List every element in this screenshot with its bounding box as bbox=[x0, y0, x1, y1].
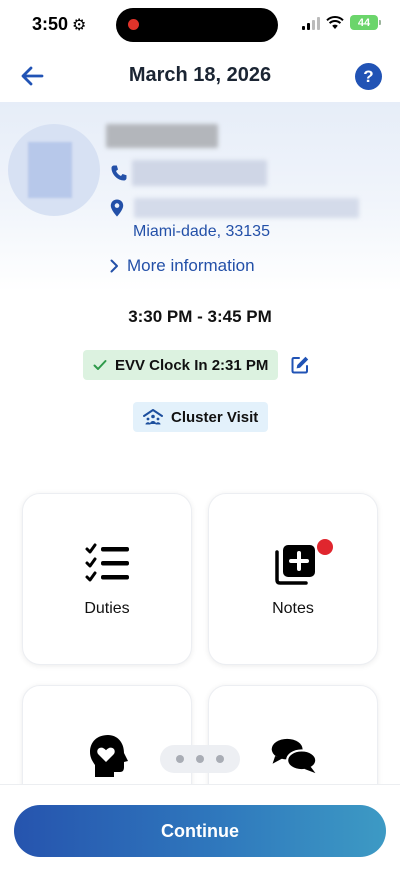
head-heart-icon bbox=[90, 735, 128, 777]
bottom-action-bar: Continue bbox=[0, 784, 400, 870]
client-name-redacted bbox=[106, 124, 218, 148]
page-title: March 18, 2026 bbox=[128, 64, 272, 86]
status-bar: 3:50 ⚙ 44 bbox=[0, 0, 400, 50]
cluster-visit-label: Cluster Visit bbox=[171, 408, 259, 426]
check-icon bbox=[93, 360, 107, 370]
more-information-label: More information bbox=[127, 256, 255, 275]
chat-bubbles-icon bbox=[271, 738, 318, 774]
app-header: March 18, 2026 ? bbox=[0, 50, 400, 102]
battery-icon: 44 bbox=[350, 15, 381, 30]
battery-level: 44 bbox=[357, 16, 371, 29]
dynamic-island bbox=[116, 8, 278, 42]
continue-button[interactable]: Continue bbox=[14, 805, 386, 857]
help-button[interactable]: ? bbox=[355, 63, 382, 90]
visit-time-range: 3:30 PM - 3:45 PM bbox=[128, 307, 272, 326]
chevron-right-icon bbox=[110, 259, 118, 273]
wifi-icon bbox=[326, 15, 344, 29]
notes-card[interactable]: Notes bbox=[208, 493, 378, 665]
status-time: 3:50 ⚙ bbox=[32, 14, 86, 35]
client-address-redacted[interactable] bbox=[134, 198, 359, 218]
evv-row: EVV Clock In 2:31 PM bbox=[83, 350, 310, 380]
checklist-icon bbox=[85, 543, 129, 582]
avatar bbox=[8, 124, 100, 216]
recording-indicator-icon bbox=[128, 19, 139, 30]
avatar-image bbox=[28, 142, 72, 198]
clock-text: 3:50 bbox=[32, 14, 69, 34]
notes-label: Notes bbox=[272, 600, 314, 617]
cluster-house-icon bbox=[143, 409, 163, 425]
page-indicator[interactable] bbox=[160, 745, 240, 773]
duties-label: Duties bbox=[84, 600, 130, 617]
page-dot bbox=[216, 755, 224, 763]
location-pin-icon bbox=[110, 199, 124, 217]
cluster-visit-badge: Cluster Visit bbox=[133, 402, 269, 432]
client-info-panel: Miami-dade, 33135 More information bbox=[0, 102, 400, 292]
duties-card[interactable]: Duties bbox=[22, 493, 192, 665]
notification-dot bbox=[317, 539, 333, 555]
more-information-link[interactable]: More information bbox=[110, 256, 255, 276]
evv-clock-in-label: EVV Clock In 2:31 PM bbox=[115, 356, 269, 374]
page-dot bbox=[176, 755, 184, 763]
notes-add-icon bbox=[275, 545, 315, 585]
status-indicators: 44 bbox=[302, 15, 381, 30]
page-dot bbox=[196, 755, 204, 763]
help-label: ? bbox=[363, 66, 374, 86]
evv-clock-in-badge: EVV Clock In 2:31 PM bbox=[83, 350, 279, 380]
phone-icon bbox=[111, 165, 127, 181]
gear-icon: ⚙ bbox=[72, 16, 87, 34]
client-phone-redacted[interactable] bbox=[132, 160, 267, 186]
cellular-signal-icon bbox=[302, 16, 320, 30]
edit-icon[interactable] bbox=[290, 355, 310, 375]
address-city-zip[interactable]: Miami-dade, 33135 bbox=[133, 223, 270, 241]
